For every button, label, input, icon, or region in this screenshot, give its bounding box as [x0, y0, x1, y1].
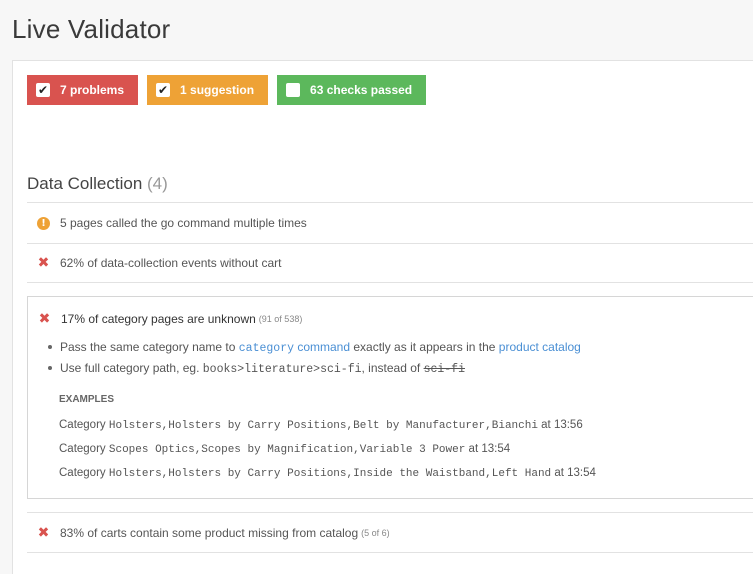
- example-path: Holsters,Holsters by Carry Positions,Bel…: [108, 420, 538, 432]
- section-title-text: Data Collection: [27, 174, 143, 193]
- check-icon: ✔: [158, 83, 169, 97]
- problems-checkbox[interactable]: ✔: [36, 83, 50, 97]
- issue-detail: (91 of 538): [258, 314, 303, 324]
- suggestions-filter-label: 1 suggestion: [180, 83, 255, 97]
- hint-text: Pass the same category name to: [60, 340, 236, 354]
- expanded-issue: ✖ 17% of category pages are unknown (91 …: [27, 296, 753, 499]
- passed-checkbox[interactable]: [286, 83, 301, 97]
- section-count: (4): [147, 174, 168, 193]
- validator-panel: ✔ 7 problems ✔ 1 suggestion 63 checks pa…: [12, 60, 753, 574]
- x-icon: ✖: [37, 255, 50, 271]
- example-time: at 13:54: [554, 467, 596, 479]
- section-title: Data Collection (4): [27, 174, 168, 194]
- command-link[interactable]: command: [297, 340, 350, 354]
- x-icon: ✖: [37, 524, 50, 541]
- x-icon: ✖: [38, 311, 51, 327]
- passed-filter[interactable]: 63 checks passed: [277, 75, 427, 105]
- issue-text: 17% of category pages are unknown: [61, 312, 256, 326]
- product-catalog-link[interactable]: product catalog: [499, 340, 581, 354]
- issue-detail: (5 of 6): [361, 527, 390, 538]
- passed-filter-label: 63 checks passed: [310, 83, 413, 97]
- expanded-issue-header[interactable]: ✖ 17% of category pages are unknown (91 …: [38, 311, 303, 327]
- check-icon: ✔: [37, 83, 49, 97]
- issue-row[interactable]: ✖ 62% of data-collection events without …: [27, 243, 753, 283]
- example-time: at 13:54: [468, 443, 511, 455]
- issue-text: 83% of carts contain some product missin…: [60, 525, 359, 540]
- example-line: Category Holsters,Holsters by Carry Posi…: [59, 419, 583, 432]
- filter-bar: ✔ 7 problems ✔ 1 suggestion 63 checks pa…: [27, 75, 435, 105]
- example-line: Category Holsters,Holsters by Carry Posi…: [59, 467, 596, 480]
- example-prefix: Category: [59, 419, 106, 431]
- example-time: at 13:56: [541, 419, 583, 431]
- examples-label: EXAMPLES: [59, 394, 115, 405]
- hint-text: , instead of: [361, 361, 421, 375]
- problems-filter-label: 7 problems: [60, 83, 125, 97]
- hint-text: exactly as it appears in the: [353, 340, 496, 354]
- struck-code: sci-fi: [423, 363, 465, 376]
- suggestions-filter[interactable]: ✔ 1 suggestion: [147, 75, 269, 105]
- example-prefix: Category: [59, 443, 106, 455]
- hint-item: Use full category path, eg. books>litera…: [48, 360, 581, 381]
- page-title: Live Validator: [12, 14, 171, 44]
- exclamation-circle-icon: !: [37, 216, 50, 230]
- suggestions-checkbox[interactable]: ✔: [156, 83, 171, 97]
- issue-text: 5 pages called the go command multiple t…: [60, 216, 307, 230]
- example-path: Scopes Optics,Scopes by Magnification,Va…: [108, 444, 466, 456]
- issue-row[interactable]: ✖ 83% of carts contain some product miss…: [27, 512, 753, 553]
- example-path: Holsters,Holsters by Carry Positions,Ins…: [108, 468, 552, 480]
- issue-row[interactable]: ! 5 pages called the go command multiple…: [27, 202, 753, 243]
- category-path-code: books>literature>sci-fi: [202, 363, 362, 376]
- hint-text: Use full category path, eg.: [60, 361, 200, 375]
- example-line: Category Scopes Optics,Scopes by Magnifi…: [59, 443, 510, 456]
- issue-text: 62% of data-collection events without ca…: [60, 256, 282, 270]
- hint-item: Pass the same category name to category …: [48, 339, 581, 360]
- category-code-link[interactable]: category: [239, 342, 294, 355]
- hint-list: Pass the same category name to category …: [48, 339, 581, 381]
- problems-filter[interactable]: ✔ 7 problems: [27, 75, 139, 105]
- example-prefix: Category: [59, 467, 106, 479]
